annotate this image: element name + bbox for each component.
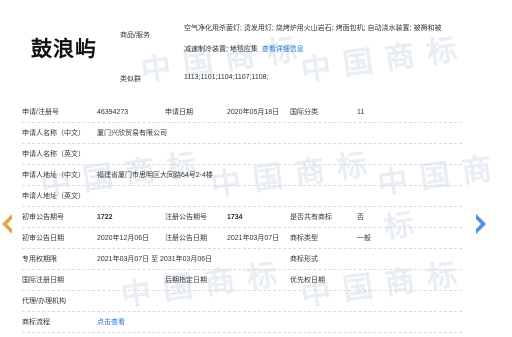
class-group-label: 类似群 — [120, 76, 141, 83]
exclusive-value: 2021年03月07日 至 2031年03月06日 — [97, 256, 213, 263]
reg-pub-no-label: 注册公告期号 — [165, 214, 207, 221]
info-row-address-en: 申请人地址（英文） — [22, 186, 462, 207]
reg-date-label: 注册公告日期 — [165, 235, 207, 242]
reg-date-value: 2021年03月07日 — [227, 235, 280, 242]
mark-type-label: 商标类型 — [290, 235, 318, 242]
process-link[interactable]: 点击查看 — [97, 312, 125, 333]
chevron-right-icon[interactable] — [474, 212, 488, 236]
later-date-label: 后期指定日期 — [165, 277, 207, 284]
reg-no-value: 46394273 — [97, 109, 129, 116]
info-row-process: 商标流程 点击查看 — [22, 312, 462, 333]
exclusive-label: 专用权期限 — [22, 256, 57, 263]
prelim-date-value: 2020年12月06日 — [97, 235, 150, 242]
goods-text: 空气净化用杀菌灯; 烫发用灯; 烧烤炉用火山岩石; 烤面包机; 自动浇水装置; … — [184, 18, 484, 60]
app-date-value: 2020年05月18日 — [227, 109, 280, 116]
mark-form-label: 商标形式 — [290, 256, 318, 263]
info-row-intl-reg: 国际注册日期 后期指定日期 优先权日期 — [22, 270, 462, 291]
info-row-reg-no: 申请/注册号 46394273 申请日期 2020年05月18日 国际分类 11 — [22, 102, 462, 123]
class-group-value: 1113;1101;1104;1107;1108; — [184, 74, 269, 81]
goods-label: 商品/服务 — [120, 32, 150, 39]
process-label: 商标流程 — [22, 319, 50, 326]
goods-line-1: 空气净化用杀菌灯; 烫发用灯; 烧烤炉用火山岩石; 烤面包机; 自动浇水装置; … — [184, 25, 442, 32]
info-row-applicant-cn: 申请人名称（中文） 厦门兴欣贸易有限公司 — [22, 123, 462, 144]
info-row-agent: 代理/办理机构 — [22, 291, 462, 312]
reg-pub-no-value: 1734 — [227, 214, 243, 221]
app-date-label: 申请日期 — [165, 109, 193, 116]
applicant-en-label: 申请人名称（英文） — [22, 151, 85, 158]
trademark-logo: 鼓浪屿 — [18, 18, 110, 78]
shared-label: 是否共有商标 — [290, 214, 332, 221]
prelim-no-label: 初审公告期号 — [22, 214, 64, 221]
info-row-prelim-date: 初审公告日期 2020年12月06日 注册公告日期 2021年03月07日 商标… — [22, 228, 462, 249]
trademark-detail-page: 中 国 商 标 中 国 商 标 中 国 商 标 中 国 商 标 中 国 商 标 … — [0, 0, 512, 337]
goods-line-2: 减速制冷装置; 地毯应集 查看详细信息 — [184, 46, 304, 53]
info-row-address-cn: 申请人地址（中文） 福建省厦门市思明区大同路64号2-4楼 — [22, 165, 462, 186]
shared-value: 否 — [357, 214, 364, 221]
priority-date-label: 优先权日期 — [290, 277, 325, 284]
prelim-no-value: 1722 — [97, 214, 113, 221]
info-row-exclusive: 专用权期限 2021年03月07日 至 2031年03月06日 商标形式 — [22, 249, 462, 270]
address-cn-label: 申请人地址（中文） — [22, 172, 85, 179]
intl-class-label: 国际分类 — [290, 109, 318, 116]
reg-no-label: 申请/注册号 — [22, 109, 59, 116]
info-row-applicant-en: 申请人名称（英文） — [22, 144, 462, 165]
info-row-prelim-no: 初审公告期号 1722 注册公告期号 1734 是否共有商标 否 — [22, 207, 462, 228]
mark-type-value: 一般 — [357, 235, 371, 242]
chevron-left-icon[interactable] — [0, 212, 14, 236]
prelim-date-label: 初审公告日期 — [22, 235, 64, 242]
address-en-label: 申请人地址（英文） — [22, 193, 85, 200]
goods-more-link[interactable]: 查看详细信息 — [262, 46, 304, 53]
applicant-cn-value: 厦门兴欣贸易有限公司 — [97, 130, 167, 137]
agent-label: 代理/办理机构 — [22, 298, 66, 305]
applicant-cn-label: 申请人名称（中文） — [22, 130, 85, 137]
address-cn-value: 福建省厦门市思明区大同路64号2-4楼 — [97, 172, 213, 179]
intl-reg-date-label: 国际注册日期 — [22, 277, 64, 284]
intl-class-value: 11 — [357, 109, 365, 116]
trademark-logo-text: 鼓浪屿 — [31, 36, 97, 61]
